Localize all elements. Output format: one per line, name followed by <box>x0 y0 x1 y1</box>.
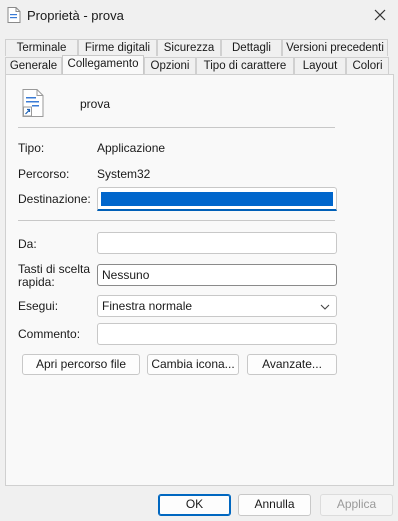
tab-layout[interactable]: Layout <box>294 57 346 74</box>
run-select[interactable]: Finestra normale <box>97 295 337 317</box>
tab-terminale[interactable]: Terminale <box>5 39 78 56</box>
tab-generale[interactable]: Generale <box>5 57 62 74</box>
cancel-button[interactable]: Annulla <box>238 494 311 516</box>
tab-dettagli[interactable]: Dettagli <box>221 39 282 56</box>
tab-tipo-di-carattere[interactable]: Tipo di carattere <box>196 57 294 74</box>
title-bar: Proprietà - prova <box>0 0 398 30</box>
shortcut-file-icon <box>22 89 44 117</box>
run-select-value: Finestra normale <box>102 299 193 313</box>
start-in-label: Da: <box>18 237 37 251</box>
comment-label: Commento: <box>18 327 81 341</box>
run-label: Esegui: <box>18 299 59 313</box>
ok-button[interactable]: OK <box>158 494 231 516</box>
destination-selection <box>101 192 333 206</box>
tab-opzioni[interactable]: Opzioni <box>144 57 196 74</box>
type-label: Tipo: <box>18 141 45 155</box>
type-value: Applicazione <box>97 141 166 155</box>
comment-input[interactable] <box>97 323 337 345</box>
tab-colori[interactable]: Colori <box>346 57 389 74</box>
hotkey-input[interactable]: Nessuno <box>97 264 337 286</box>
path-label: Percorso: <box>18 167 70 181</box>
tab-sicurezza[interactable]: Sicurezza <box>157 39 221 56</box>
shortcut-name: prova <box>80 97 111 111</box>
destination-label: Destinazione: <box>18 192 91 206</box>
change-icon-button[interactable]: Cambia icona... <box>147 354 239 375</box>
advanced-button[interactable]: Avanzate... <box>247 354 337 375</box>
hotkey-label: Tasti di scelta rapida: <box>18 262 91 289</box>
window-title: Proprietà - prova <box>27 8 124 23</box>
open-file-location-button[interactable]: Apri percorso file <box>22 354 140 375</box>
start-in-input[interactable] <box>97 232 337 254</box>
tab-collegamento[interactable]: Collegamento <box>62 55 144 74</box>
chevron-down-icon <box>320 301 330 311</box>
tab-firme-digitali[interactable]: Firme digitali <box>78 39 157 56</box>
path-value: System32 <box>97 167 151 181</box>
apply-button[interactable]: Applica <box>320 494 393 516</box>
document-icon <box>7 7 21 23</box>
separator <box>18 127 335 128</box>
properties-window: Proprietà - prova Terminale Firme digita… <box>0 0 398 521</box>
destination-input[interactable] <box>97 187 337 211</box>
separator <box>18 220 335 221</box>
close-icon[interactable] <box>368 3 392 27</box>
tab-versioni-precedenti[interactable]: Versioni precedenti <box>282 39 388 56</box>
